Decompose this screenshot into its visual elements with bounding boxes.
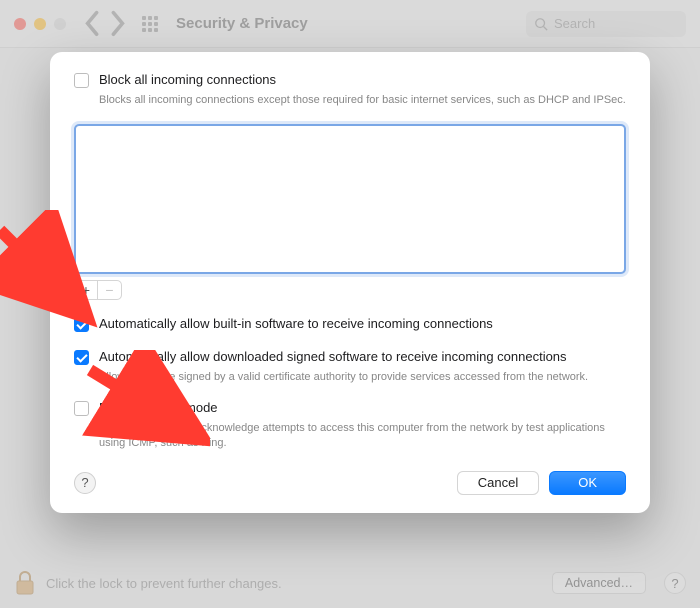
bottom-bar: Click the lock to prevent further change… xyxy=(0,558,700,608)
forward-button[interactable] xyxy=(108,15,126,33)
sheet-help-button[interactable]: ? xyxy=(74,472,96,494)
ok-label: OK xyxy=(578,475,597,490)
titlebar: Security & Privacy Search xyxy=(0,0,700,48)
cancel-label: Cancel xyxy=(478,475,518,490)
block-all-label: Block all incoming connections xyxy=(99,72,276,89)
auto-builtin-label: Automatically allow built-in software to… xyxy=(99,316,493,333)
window-title: Security & Privacy xyxy=(176,15,308,32)
cancel-button[interactable]: Cancel xyxy=(457,471,539,495)
block-all-sub: Blocks all incoming connections except t… xyxy=(99,93,626,108)
app-list[interactable] xyxy=(74,124,626,274)
search-icon xyxy=(534,17,548,31)
ok-button[interactable]: OK xyxy=(549,471,626,495)
window-controls xyxy=(14,18,66,30)
auto-downloaded-sub: Allows software signed by a valid certif… xyxy=(99,370,626,385)
auto-downloaded-checkbox[interactable] xyxy=(74,350,89,365)
auto-builtin-section: Automatically allow built-in software to… xyxy=(74,316,626,333)
lock-icon[interactable] xyxy=(14,570,36,596)
lock-text: Click the lock to prevent further change… xyxy=(46,576,282,591)
block-all-section: Block all incoming connections Blocks al… xyxy=(74,72,626,108)
nav-arrows xyxy=(84,15,126,33)
add-button[interactable]: + xyxy=(74,280,98,300)
auto-downloaded-section: Automatically allow downloaded signed so… xyxy=(74,349,626,385)
stealth-label: Enable stealth mode xyxy=(99,400,218,417)
help-button[interactable]: ? xyxy=(664,572,686,594)
sheet-footer: ? Cancel OK xyxy=(74,471,626,495)
zoom-window-button[interactable] xyxy=(54,18,66,30)
add-remove-controls: + − xyxy=(74,280,626,300)
close-window-button[interactable] xyxy=(14,18,26,30)
advanced-button[interactable]: Advanced… xyxy=(552,572,646,594)
search-placeholder: Search xyxy=(554,16,595,31)
stealth-sub: Don't respond to or acknowledge attempts… xyxy=(99,421,626,451)
stealth-checkbox[interactable] xyxy=(74,401,89,416)
firewall-options-sheet: Block all incoming connections Blocks al… xyxy=(50,52,650,513)
remove-button[interactable]: − xyxy=(98,280,122,300)
auto-builtin-checkbox[interactable] xyxy=(74,317,89,332)
back-button[interactable] xyxy=(84,15,102,33)
stealth-section: Enable stealth mode Don't respond to or … xyxy=(74,400,626,451)
auto-downloaded-label: Automatically allow downloaded signed so… xyxy=(99,349,567,366)
advanced-label: Advanced… xyxy=(565,576,633,590)
minimize-window-button[interactable] xyxy=(34,18,46,30)
search-field[interactable]: Search xyxy=(526,11,686,37)
show-all-icon[interactable] xyxy=(142,16,158,32)
block-all-checkbox[interactable] xyxy=(74,73,89,88)
